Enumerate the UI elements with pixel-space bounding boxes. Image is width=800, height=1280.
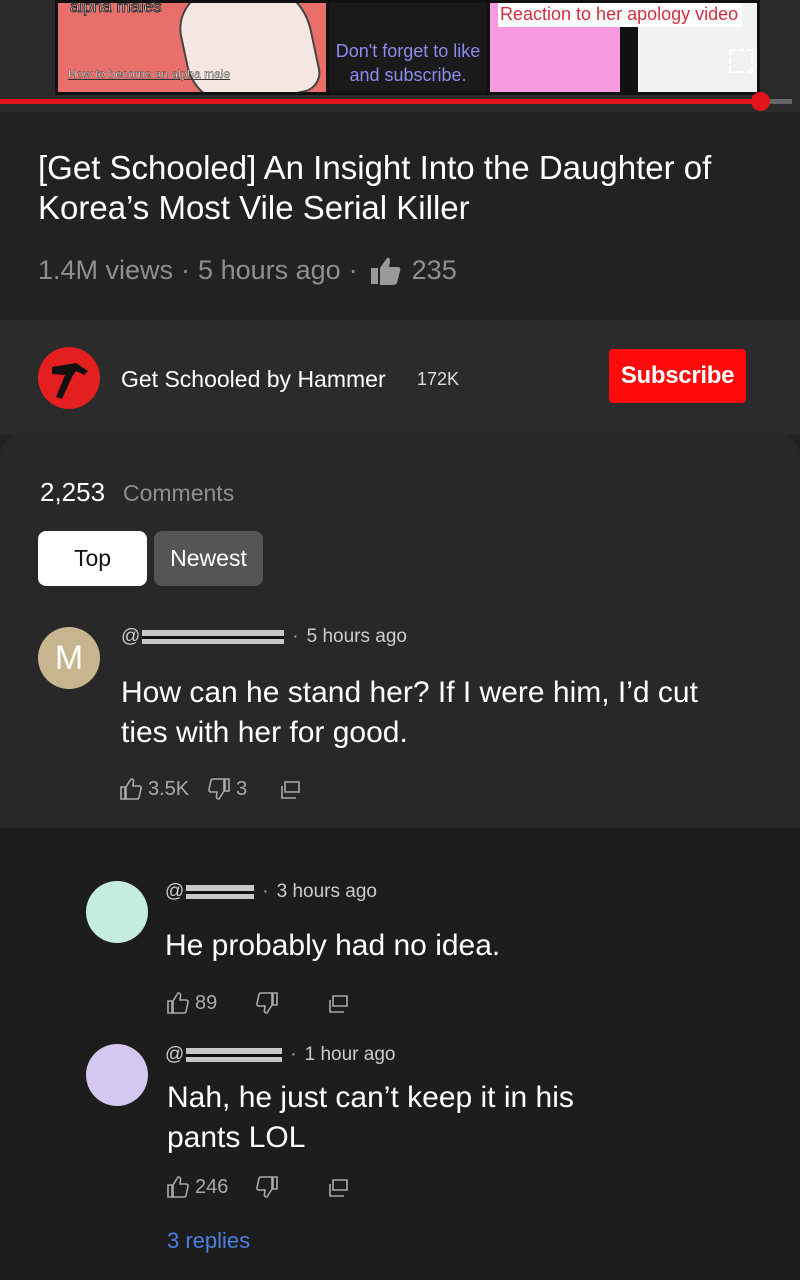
video-meta: 1.4M views · 5 hours ago · 235 bbox=[38, 255, 457, 286]
reply-icon[interactable] bbox=[279, 777, 303, 801]
tab-newest[interactable]: Newest bbox=[154, 531, 263, 586]
like-icon[interactable] bbox=[166, 991, 190, 1015]
author-handle-prefix: @ bbox=[121, 626, 141, 647]
comment-actions: 3.5K 3 bbox=[119, 777, 303, 801]
reply-time: 1 hour ago bbox=[304, 1044, 396, 1065]
video-title: [Get Schooled] An Insight Into the Daugh… bbox=[38, 149, 712, 226]
like-count: 89 bbox=[195, 991, 218, 1014]
like-icon[interactable] bbox=[166, 1175, 190, 1199]
subscribe-button[interactable]: Subscribe bbox=[609, 349, 746, 403]
avatar-letter: M bbox=[54, 638, 84, 677]
dislike-icon[interactable] bbox=[255, 991, 279, 1015]
dislike-icon[interactable] bbox=[255, 1175, 279, 1199]
reply-actions: 246 bbox=[166, 1175, 351, 1199]
panel-caption: Don't forget to like and subscribe. bbox=[335, 41, 481, 85]
avatar[interactable] bbox=[86, 881, 148, 943]
avatar[interactable]: M bbox=[38, 627, 100, 689]
subscriber-count: 172K bbox=[417, 369, 460, 389]
reply-icon[interactable] bbox=[327, 991, 351, 1015]
separator-dot: · bbox=[292, 626, 299, 647]
reply-text: He probably had no idea. bbox=[165, 929, 501, 962]
like-count: 3.5K bbox=[148, 777, 190, 800]
panel-caption: Reaction to her apology video bbox=[498, 3, 743, 27]
separator-dot: · bbox=[181, 255, 191, 285]
comment-count: 2,253 bbox=[40, 477, 106, 507]
panel-caption-top: alpha males bbox=[70, 0, 163, 17]
reply-author[interactable]: @ · 1 hour ago bbox=[165, 1044, 395, 1066]
dislike-icon[interactable] bbox=[207, 777, 231, 801]
channel-row: Get Schooled by Hammer 172K Subscribe bbox=[0, 320, 800, 435]
video-player[interactable]: alpha males How to become an alpha male … bbox=[0, 0, 800, 112]
redacted-username bbox=[186, 1048, 283, 1062]
reply-time: 3 hours ago bbox=[276, 881, 377, 902]
reply-icon[interactable] bbox=[327, 1175, 351, 1199]
separator-dot: · bbox=[290, 1044, 297, 1065]
reply-actions: 89 bbox=[166, 991, 351, 1015]
tab-top[interactable]: Top bbox=[38, 531, 147, 586]
comments-panel: 2,253 Comments Top Newest M @ · 5 hours … bbox=[0, 433, 800, 828]
author-handle-prefix: @ bbox=[165, 1044, 185, 1065]
fullscreen-icon[interactable] bbox=[729, 49, 753, 73]
redacted-username bbox=[186, 885, 255, 899]
progress-fill bbox=[0, 99, 761, 104]
upload-age: 5 hours ago bbox=[198, 255, 341, 285]
comment-text: How can he stand her? If I were him, I’d… bbox=[121, 676, 698, 749]
hammer-icon bbox=[52, 363, 88, 399]
dislike-count: 3 bbox=[236, 777, 248, 800]
progress-scrubber[interactable] bbox=[751, 92, 771, 111]
reply-text: Nah, he just can’t keep it in his pants … bbox=[167, 1081, 574, 1154]
comment-author[interactable]: @ · 5 hours ago bbox=[121, 626, 407, 648]
video-frame-panel-right: Reaction to her apology video bbox=[487, 0, 760, 95]
comment-count-label: Comments bbox=[123, 480, 235, 506]
like-icon[interactable] bbox=[119, 777, 143, 801]
panel-caption-bottom: How to become an alpha male bbox=[68, 67, 231, 81]
avatar[interactable] bbox=[86, 1044, 148, 1106]
comment-time: 5 hours ago bbox=[306, 626, 407, 647]
reply-author[interactable]: @ · 3 hours ago bbox=[165, 881, 377, 903]
author-handle-prefix: @ bbox=[165, 881, 185, 902]
separator-dot: · bbox=[348, 255, 358, 285]
view-replies-link[interactable]: 3 replies bbox=[167, 1228, 250, 1254]
like-count: 235 bbox=[411, 255, 457, 285]
channel-name[interactable]: Get Schooled by Hammer bbox=[121, 366, 386, 393]
thumbs-up-icon[interactable] bbox=[370, 256, 402, 286]
replies-section: @ · 3 hours ago He probably had no idea.… bbox=[0, 828, 800, 1280]
view-count: 1.4M views bbox=[38, 255, 174, 285]
redacted-username bbox=[142, 630, 285, 644]
channel-avatar[interactable] bbox=[38, 347, 100, 409]
separator-dot: · bbox=[262, 881, 269, 902]
video-frame-panel-middle: Don't forget to like and subscribe. bbox=[326, 0, 490, 95]
like-count: 246 bbox=[195, 1175, 229, 1198]
video-frame-panel-left: alpha males How to become an alpha male bbox=[55, 0, 329, 95]
